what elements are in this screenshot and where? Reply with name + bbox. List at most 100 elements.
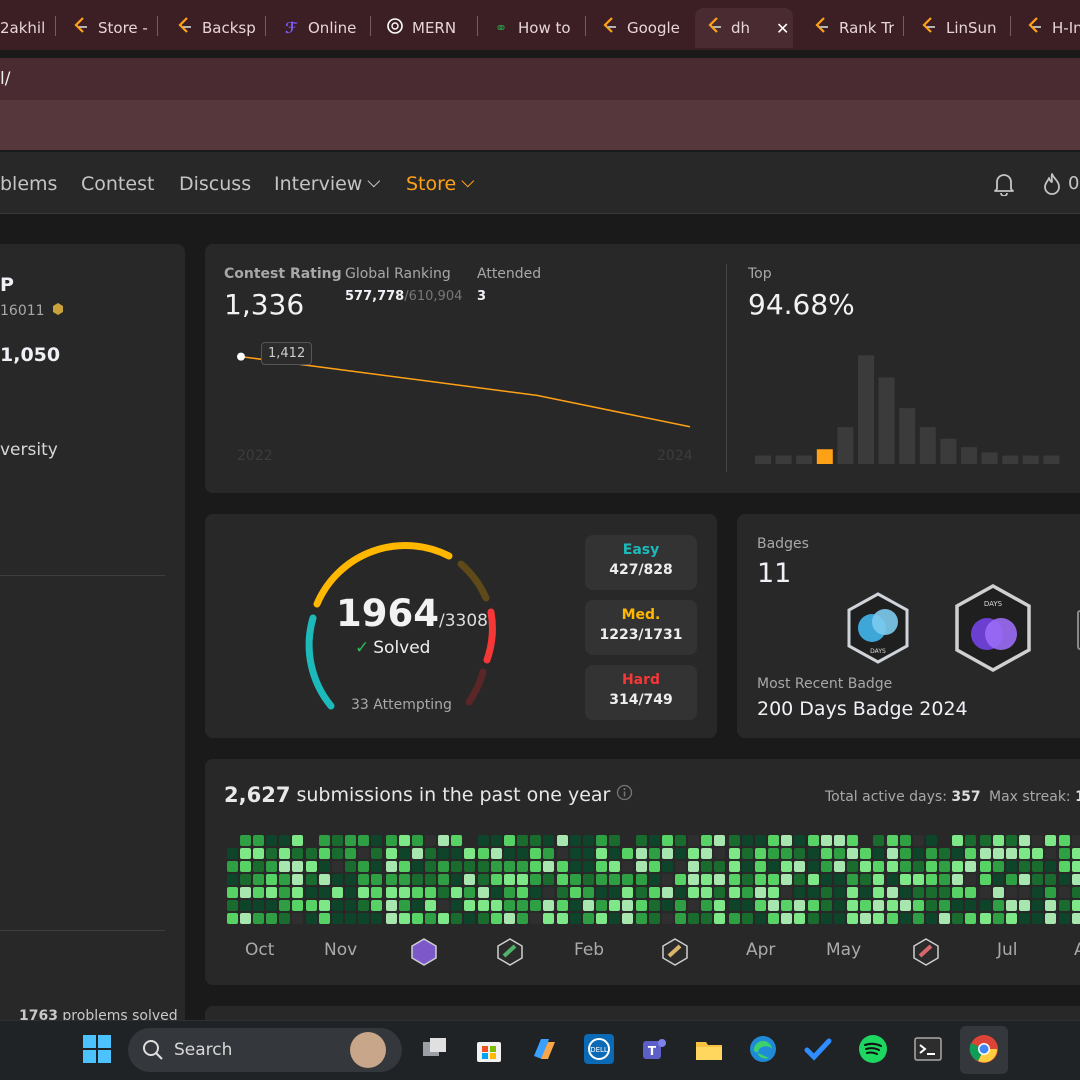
heatmap-cell[interactable] [1059, 913, 1070, 924]
heatmap-cell[interactable] [279, 861, 290, 872]
heatmap-cell[interactable] [557, 900, 568, 911]
heatmap-cell[interactable] [701, 861, 712, 872]
heatmap-cell[interactable] [821, 861, 832, 872]
heatmap-cell[interactable] [755, 913, 766, 924]
heatmap-cell[interactable] [781, 861, 792, 872]
heatmap-cell[interactable] [729, 913, 740, 924]
heatmap-cell[interactable] [517, 861, 528, 872]
heatmap-cell[interactable] [530, 861, 541, 872]
heatmap-cell[interactable] [636, 848, 647, 859]
heatmap-cell[interactable] [1059, 848, 1070, 859]
heatmap-cell[interactable] [729, 900, 740, 911]
heatmap-cell[interactable] [808, 874, 819, 885]
heatmap-cell[interactable] [319, 900, 330, 911]
heatmap-cell[interactable] [504, 887, 515, 898]
heatmap-cell[interactable] [1006, 887, 1017, 898]
heatmap-cell[interactable] [530, 887, 541, 898]
heatmap-cell[interactable] [557, 835, 568, 846]
heatmap-cell[interactable] [675, 900, 686, 911]
heatmap-cell[interactable] [570, 887, 581, 898]
heatmap-cell[interactable] [1045, 848, 1056, 859]
heatmap-cell[interactable] [939, 848, 950, 859]
store-app-icon[interactable] [474, 1034, 504, 1064]
heatmap-cell[interactable] [1059, 900, 1070, 911]
heatmap-cell[interactable] [279, 874, 290, 885]
heatmap-cell[interactable] [478, 835, 489, 846]
heatmap-cell[interactable] [240, 835, 251, 846]
nav-discuss[interactable]: Discuss [179, 173, 251, 195]
heatmap-cell[interactable] [266, 874, 277, 885]
heatmap-cell[interactable] [860, 874, 871, 885]
heatmap-cell[interactable] [729, 848, 740, 859]
heatmap-cell[interactable] [478, 900, 489, 911]
heatmap-cell[interactable] [1006, 900, 1017, 911]
heatmap-cell[interactable] [649, 874, 660, 885]
heatmap-cell[interactable] [1072, 861, 1080, 872]
heatmap-cell[interactable] [714, 848, 725, 859]
heatmap-cell[interactable] [781, 874, 792, 885]
heatmap-cell[interactable] [570, 848, 581, 859]
heatmap-cell[interactable] [965, 848, 976, 859]
heatmap-cell[interactable] [306, 900, 317, 911]
heatmap-cell[interactable] [464, 861, 475, 872]
heatmap-cell[interactable] [821, 913, 832, 924]
heatmap-cell[interactable] [358, 887, 369, 898]
heatmap-cell[interactable] [952, 861, 963, 872]
heatmap-cell[interactable] [478, 887, 489, 898]
heatmap-cell[interactable] [714, 900, 725, 911]
heatmap-cell[interactable] [1032, 887, 1043, 898]
heatmap-cell[interactable] [240, 900, 251, 911]
heatmap-cell[interactable] [1032, 848, 1043, 859]
heatmap-cell[interactable] [873, 887, 884, 898]
heatmap-cell[interactable] [491, 874, 502, 885]
heatmap-cell[interactable] [451, 900, 462, 911]
heatmap-cell[interactable] [1059, 861, 1070, 872]
heatmap-cell[interactable] [1072, 848, 1080, 859]
heatmap-cell[interactable] [965, 900, 976, 911]
heatmap-cell[interactable] [504, 913, 515, 924]
heatmap-cell[interactable] [399, 900, 410, 911]
heatmap-cell[interactable] [478, 848, 489, 859]
heatmap-cell[interactable] [993, 861, 1004, 872]
heatmap-cell[interactable] [292, 913, 303, 924]
days-badge-icon[interactable]: DAYS [845, 592, 911, 664]
heatmap-cell[interactable] [755, 900, 766, 911]
heatmap-cell[interactable] [965, 887, 976, 898]
heatmap-cell[interactable] [729, 835, 740, 846]
heatmap-cell[interactable] [622, 887, 633, 898]
heatmap-cell[interactable] [491, 848, 502, 859]
heatmap-cell[interactable] [491, 861, 502, 872]
heatmap-cell[interactable] [662, 913, 673, 924]
heatmap-cell[interactable] [319, 874, 330, 885]
heatmap-cell[interactable] [781, 848, 792, 859]
heatmap-cell[interactable] [306, 887, 317, 898]
heatmap-cell[interactable] [729, 861, 740, 872]
heatmap-cell[interactable] [557, 874, 568, 885]
heatmap-cell[interactable] [596, 874, 607, 885]
heatmap-cell[interactable] [1072, 835, 1080, 846]
nav-contest[interactable]: Contest [81, 173, 154, 195]
heatmap-cell[interactable] [847, 835, 858, 846]
heatmap-cell[interactable] [253, 861, 264, 872]
heatmap-cell[interactable] [412, 848, 423, 859]
heatmap-cell[interactable] [279, 913, 290, 924]
heatmap-cell[interactable] [900, 900, 911, 911]
heatmap-cell[interactable] [557, 913, 568, 924]
heatmap-cell[interactable] [729, 874, 740, 885]
dell-icon[interactable]: DELL [584, 1034, 614, 1064]
heatmap-cell[interactable] [1019, 900, 1030, 911]
chrome-icon[interactable] [969, 1034, 999, 1064]
heatmap-cell[interactable] [570, 913, 581, 924]
heatmap-cell[interactable] [517, 900, 528, 911]
heatmap-cell[interactable] [808, 848, 819, 859]
heatmap-cell[interactable] [253, 887, 264, 898]
heatmap-cell[interactable] [412, 835, 423, 846]
terminal-icon[interactable] [913, 1034, 943, 1064]
heatmap-cell[interactable] [399, 913, 410, 924]
heatmap-cell[interactable] [714, 874, 725, 885]
heatmap-cell[interactable] [847, 913, 858, 924]
heatmap-cell[interactable] [926, 861, 937, 872]
streak-flame-icon[interactable] [1042, 172, 1062, 200]
heatmap-cell[interactable] [952, 887, 963, 898]
browser-tab[interactable]: Backsp [176, 8, 256, 48]
